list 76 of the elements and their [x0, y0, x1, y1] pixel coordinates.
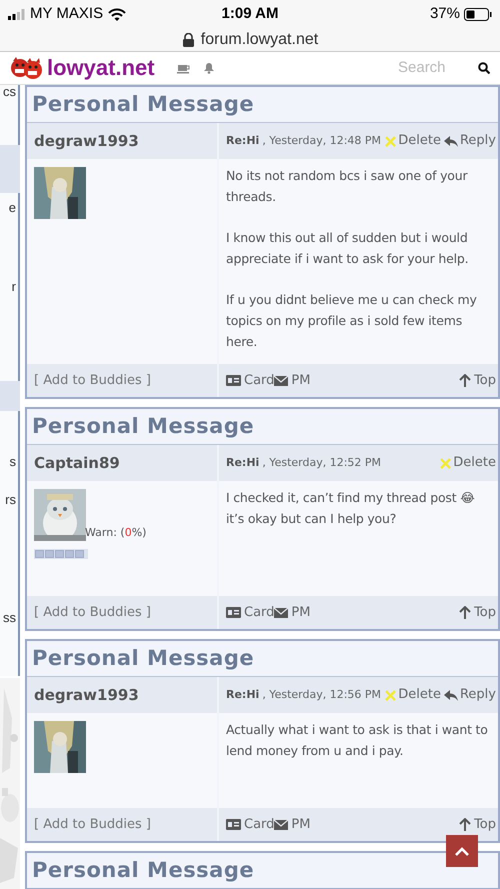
wifi-icon — [108, 8, 126, 20]
warn-level: Warn: (0%) — [85, 524, 146, 540]
add-to-buddies-link[interactable]: [ Add to Buddies ] — [27, 808, 217, 841]
envelope-icon — [274, 820, 288, 830]
message-paragraph: Actually what i want to ask is that i want to lend money from u and i pay. — [226, 721, 489, 760]
battery-icon — [464, 8, 492, 20]
message-paragraph: I know this out all of sudden but i would appreciate if i want to ask for your help. — [226, 229, 470, 268]
sidebar-item[interactable]: r — [12, 280, 16, 293]
card-title: Personal Message — [31, 413, 256, 440]
bell-icon — [204, 62, 214, 74]
delete-button[interactable]: Delete — [385, 131, 441, 151]
message-date: , Yesterday, 12:52 PM — [262, 454, 382, 471]
top-link[interactable]: Top — [459, 814, 496, 834]
site-logo[interactable]: lowyat.net — [47, 57, 155, 79]
envelope-icon — [274, 376, 288, 386]
sidebar-highlight — [0, 145, 20, 193]
id-card-icon — [226, 375, 241, 386]
message-subject: Re:Hi — [226, 454, 260, 471]
message-date: , Yesterday, 12:56 PM — [262, 686, 382, 703]
delete-button[interactable]: Delete — [440, 453, 496, 473]
author-name[interactable]: degraw1993 — [27, 123, 217, 159]
close-icon — [385, 136, 396, 146]
cup-icon — [176, 62, 190, 74]
delete-button[interactable]: Delete — [385, 685, 441, 705]
card-title: Personal Message — [31, 91, 256, 118]
pm-link[interactable]: PM — [274, 370, 310, 390]
id-card-icon — [226, 607, 241, 618]
clock-time: 1:09 AM — [220, 4, 280, 24]
scroll-to-top-button[interactable] — [446, 835, 478, 867]
sidebar-item[interactable]: rs — [5, 493, 16, 506]
author-name[interactable]: Captain89 — [27, 445, 217, 481]
reply-button[interactable]: Reply — [444, 685, 496, 705]
url-text: forum.lowyat.net — [200, 30, 318, 50]
up-arrow-icon — [459, 374, 472, 388]
top-link[interactable]: Top — [459, 602, 496, 622]
add-to-buddies-link[interactable]: [ Add to Buddies ] — [27, 596, 217, 629]
author-name[interactable]: degraw1993 — [27, 677, 217, 713]
envelope-icon — [274, 608, 288, 618]
signal-icon — [8, 8, 25, 20]
search-icon — [478, 62, 490, 74]
card-title: Personal Message — [31, 857, 256, 884]
pm-link[interactable]: PM — [274, 602, 310, 622]
card-title: Personal Message — [31, 645, 256, 672]
card-link[interactable]: Card — [226, 602, 274, 622]
lock-icon — [182, 32, 195, 46]
up-arrow-icon — [459, 606, 472, 620]
sidebar-highlight — [0, 381, 20, 411]
reply-arrow-icon — [444, 135, 458, 147]
close-icon — [385, 690, 396, 700]
sidebar-item[interactable]: cs — [3, 85, 16, 98]
logo-mascot-icon — [10, 56, 43, 80]
search-button[interactable] — [478, 62, 490, 74]
message-paragraph: No its not random bcs i saw one of your threads. — [226, 167, 469, 206]
search-field[interactable]: Search — [398, 56, 468, 80]
top-link[interactable]: Top — [459, 370, 496, 390]
chevron-up-icon — [455, 846, 469, 856]
message-paragraph: If u you didnt believe me u can check my topics on my profile as i sold few items here. — [226, 291, 478, 351]
warn-pips-drawing — [34, 549, 88, 559]
battery-percent: 37% — [430, 4, 460, 24]
close-icon — [440, 458, 452, 468]
pm-link[interactable]: PM — [274, 814, 310, 834]
card-link[interactable]: Card — [226, 370, 274, 390]
message-paragraph: I checked it, can’t find my thread post 😂 it’s okay but can I help you? — [226, 489, 476, 528]
reply-button[interactable]: Reply — [444, 131, 496, 151]
up-arrow-icon — [459, 818, 472, 832]
card-link[interactable]: Card — [226, 814, 274, 834]
message-subject: Re:Hi — [226, 686, 260, 703]
reply-arrow-icon — [444, 689, 458, 701]
carrier-name: MY MAXIS — [30, 4, 104, 24]
id-card-icon — [226, 819, 241, 830]
message-subject: Re:Hi — [226, 132, 260, 149]
sidebar-item[interactable]: ss — [3, 611, 16, 624]
add-to-buddies-link[interactable]: [ Add to Buddies ] — [27, 364, 217, 397]
sidebar-item[interactable]: e — [8, 201, 16, 214]
sidebar-item[interactable]: s — [10, 455, 16, 468]
message-date: , Yesterday, 12:48 PM — [262, 132, 382, 149]
